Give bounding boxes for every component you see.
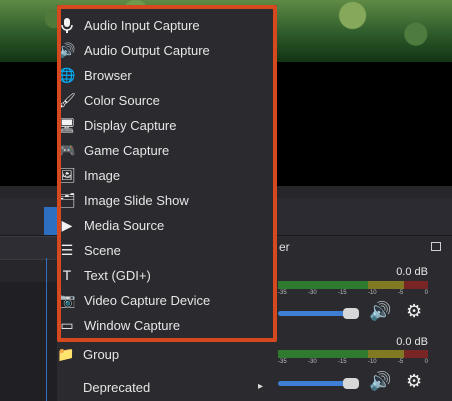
float-dock-icon[interactable] [431,242,441,251]
tick-label: -35 [278,290,287,296]
audio-mixer-panel [272,236,452,401]
channel-1-db: 0.0 dB [396,266,428,278]
menu-item-deprecated[interactable]: Deprecated ▸ [57,375,277,399]
tick-label: -10 [367,359,377,365]
menu-extra-section: 📁 Group Deprecated ▸ [57,342,277,401]
channel-1-settings-icon[interactable]: ⚙ [406,301,422,322]
mixer-title: er [279,240,290,254]
channel-2-db: 0.0 dB [396,336,428,348]
chevron-right-icon: ▸ [257,381,263,392]
menu-item-group[interactable]: 📁 Group [57,342,277,366]
channel-2-meter [278,350,428,358]
channel-1-ticks: -35 -30 -15 -10 -5 0 [278,290,428,300]
channel-2-settings-icon[interactable]: ⚙ [406,371,422,392]
menu-item-label: Group [83,346,120,362]
menu-item-label: Deprecated [83,379,151,395]
channel-1-meter [278,281,428,289]
channel-2-speaker-icon[interactable]: 🔊 [369,371,391,392]
tick-label: -35 [278,359,287,365]
channel-2-volume-knob[interactable] [343,378,359,389]
tick-label: -30 [307,290,317,296]
folder-icon: 📁 [57,345,75,362]
tick-label: -5 [397,359,404,365]
tick-label: 0 [424,290,428,296]
tick-label: -5 [397,290,404,296]
channel-1-volume-knob[interactable] [343,308,359,319]
channel-2-ticks: -35 -30 -15 -10 -5 0 [278,359,428,369]
channel-1-speaker-icon[interactable]: 🔊 [369,301,391,322]
tick-label: -15 [337,290,347,296]
tick-label: 0 [424,359,428,365]
tick-label: -30 [307,359,317,365]
highlight-frame [57,5,277,342]
tick-label: -15 [337,359,347,365]
tick-label: -10 [367,290,377,296]
selection-indicator [46,258,47,401]
